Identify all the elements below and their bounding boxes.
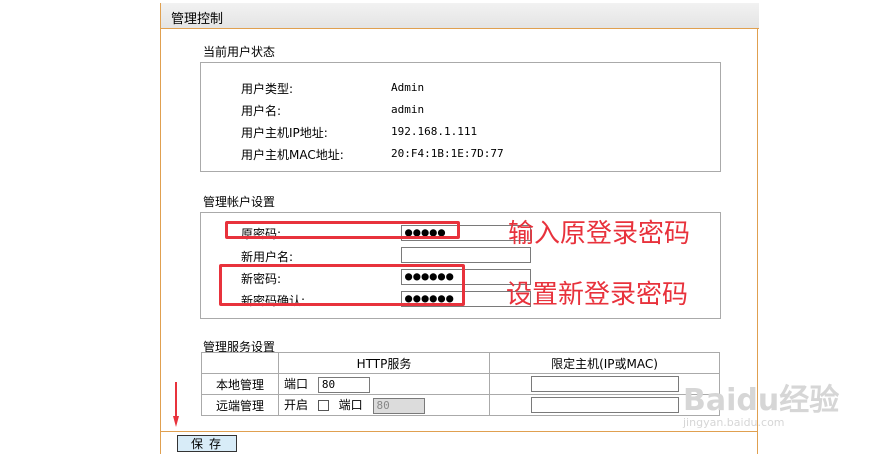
- local-port-input[interactable]: 80: [317, 376, 370, 393]
- account-heading: 管理帐户设置: [203, 195, 276, 209]
- local-host-input[interactable]: [530, 376, 679, 392]
- restricted-host-header: 限定主机(IP或MAC): [489, 352, 720, 374]
- remote-management-label: 远端管理: [201, 394, 279, 416]
- local-port-label: 端口: [284, 377, 309, 392]
- service-table: HTTP服务 限定主机(IP或MAC) 本地管理 端口 80 远端管理 开启 端…: [201, 352, 720, 416]
- arrow-down-icon: [173, 382, 179, 427]
- save-button[interactable]: 保存: [177, 435, 237, 452]
- remote-host-input[interactable]: [530, 397, 679, 413]
- enable-label: 开启: [284, 398, 309, 413]
- panel-title: 管理控制: [161, 3, 759, 29]
- host-ip-label: 用户主机IP地址:: [241, 126, 328, 140]
- remote-port-label: 端口: [338, 398, 363, 413]
- baidu-watermark: Baidu经验: [683, 383, 840, 418]
- watermark-url: jingyan.baidu.com: [683, 416, 785, 429]
- host-mac-value: 20:F4:1B:1E:7D:77: [391, 147, 504, 160]
- new-password-annotation: 设置新登录密码: [506, 280, 689, 310]
- user-type-label: 用户类型:: [241, 82, 294, 96]
- new-password-highlight: [219, 264, 465, 306]
- username-label: 用户名:: [241, 104, 282, 118]
- user-type-value: Admin: [391, 81, 425, 94]
- service-corner-cell: [201, 352, 279, 374]
- old-password-annotation: 输入原登录密码: [508, 219, 691, 249]
- host-mac-label: 用户主机MAC地址:: [241, 148, 344, 162]
- host-ip-value: 192.168.1.111: [391, 125, 478, 138]
- remote-enable-checkbox[interactable]: [317, 400, 329, 412]
- status-heading: 当前用户状态: [203, 45, 276, 59]
- username-value: admin: [391, 103, 425, 116]
- local-management-label: 本地管理: [201, 373, 279, 395]
- status-box: 用户类型: Admin 用户名: admin 用户主机IP地址: 192.168…: [200, 62, 721, 172]
- save-bar: 保存: [161, 431, 757, 455]
- new-username-label: 新用户名:: [241, 250, 294, 264]
- remote-port-input[interactable]: 80: [372, 397, 425, 414]
- http-service-header: HTTP服务: [278, 352, 490, 374]
- old-password-highlight: [225, 221, 460, 239]
